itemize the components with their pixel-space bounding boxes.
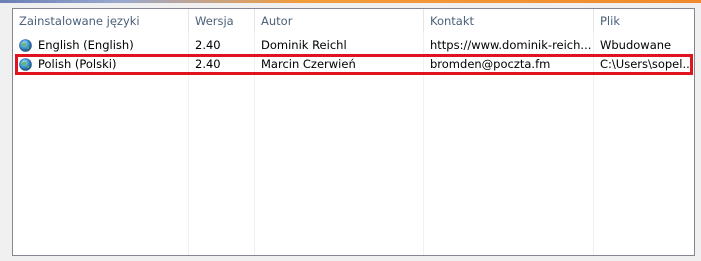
cell-language: English (English): [38, 38, 134, 52]
column-header-language[interactable]: Zainstalowane języki: [13, 9, 188, 33]
window-accent-bar: [0, 0, 701, 3]
cell-contact: https://www.dominik-reich...: [430, 38, 592, 52]
column-header-version[interactable]: Wersja: [189, 9, 254, 33]
cell-author: Dominik Reichl: [261, 38, 347, 52]
installed-languages-list[interactable]: Zainstalowane języki Wersja Autor Kontak…: [12, 8, 695, 256]
highlight-annotation-box: [15, 54, 693, 75]
column-header-file[interactable]: Plik: [594, 9, 694, 33]
languages-dialog: Zainstalowane języki Wersja Autor Kontak…: [0, 0, 701, 261]
table-row[interactable]: English (English) 2.40 Dominik Reichl ht…: [13, 36, 694, 55]
column-header-author[interactable]: Autor: [255, 9, 423, 33]
cell-file: Wbudowane: [600, 38, 672, 52]
cell-version: 2.40: [195, 38, 221, 52]
column-header-contact[interactable]: Kontakt: [424, 9, 593, 33]
